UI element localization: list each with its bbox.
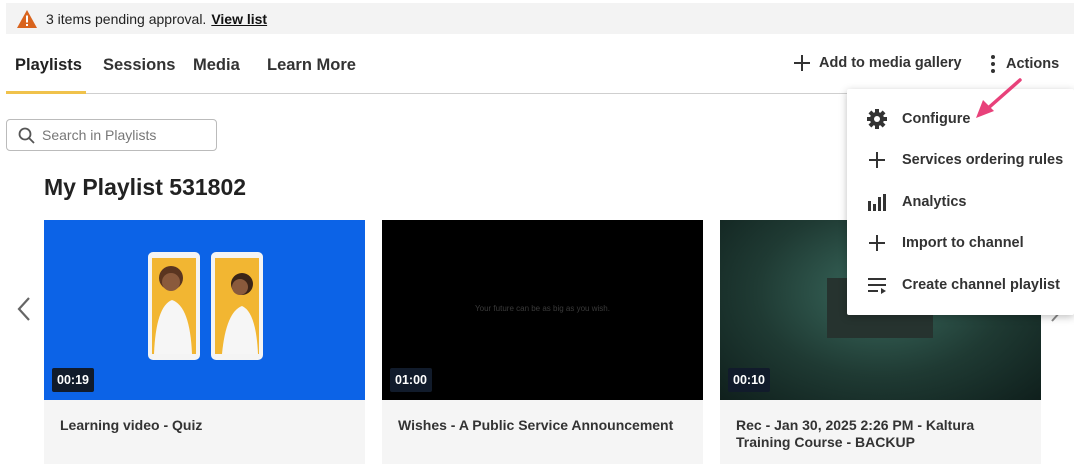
- menu-item-configure[interactable]: Configure: [847, 99, 1074, 139]
- tab-learn-more[interactable]: Learn More: [267, 56, 356, 75]
- menu-item-label: Create channel playlist: [902, 277, 1060, 293]
- thumbnail-caption: Your future can be as big as you wish.: [475, 304, 610, 313]
- duration-badge: 00:19: [52, 368, 94, 392]
- media-card-learning-video[interactable]: 00:19 Learning video - Quiz: [44, 220, 365, 464]
- banner-message: 3 items pending approval.: [46, 10, 207, 27]
- playlist-icon: [866, 274, 888, 296]
- search-input[interactable]: [42, 127, 192, 143]
- tab-sessions[interactable]: Sessions: [103, 56, 175, 75]
- tab-media[interactable]: Media: [193, 56, 240, 75]
- playlist-title: My Playlist 531802: [44, 174, 247, 200]
- card-title[interactable]: Rec - Jan 30, 2025 2:26 PM - Kaltura Tra…: [736, 417, 1025, 451]
- active-tab-indicator: [6, 91, 86, 94]
- actions-menu: Configure Services ordering rules Analyt…: [847, 89, 1074, 315]
- carousel-prev-arrow[interactable]: [14, 295, 34, 328]
- pending-approval-banner: 3 items pending approval. View list: [6, 3, 1074, 34]
- plus-icon: [794, 55, 810, 71]
- annotation-arrow-icon: [976, 78, 1022, 118]
- menu-item-label: Services ordering rules: [902, 152, 1064, 168]
- video-thumbnail[interactable]: 00:19: [44, 220, 365, 400]
- menu-item-analytics[interactable]: Analytics: [847, 182, 1074, 222]
- duration-badge: 01:00: [390, 368, 432, 392]
- warning-icon: [17, 9, 37, 28]
- actions-label: Actions: [1006, 56, 1060, 72]
- view-list-link[interactable]: View list: [211, 11, 267, 27]
- menu-item-services-ordering-rules[interactable]: Services ordering rules: [847, 140, 1074, 180]
- bar-chart-icon: [866, 191, 888, 213]
- gear-icon: [866, 108, 888, 130]
- tab-playlists[interactable]: Playlists: [15, 56, 82, 75]
- menu-item-label: Analytics: [902, 194, 967, 210]
- menu-item-import-to-channel[interactable]: Import to channel: [847, 223, 1074, 263]
- search-box: [6, 119, 217, 151]
- search-icon: [18, 127, 35, 144]
- add-to-media-gallery-button[interactable]: Add to media gallery: [793, 54, 962, 72]
- menu-item-create-channel-playlist[interactable]: Create channel playlist: [847, 265, 1074, 305]
- plus-icon: [866, 149, 888, 171]
- card-title[interactable]: Learning video - Quiz: [60, 417, 349, 434]
- media-card-wishes[interactable]: Your future can be as big as you wish. 0…: [382, 220, 703, 464]
- menu-item-label: Import to channel: [902, 235, 1024, 251]
- card-title[interactable]: Wishes - A Public Service Announcement: [398, 417, 687, 434]
- video-thumbnail[interactable]: Your future can be as big as you wish. 0…: [382, 220, 703, 400]
- menu-item-label: Configure: [902, 111, 971, 127]
- duration-badge: 00:10: [728, 368, 770, 392]
- plus-icon: [866, 232, 888, 254]
- add-to-media-gallery-label: Add to media gallery: [819, 55, 962, 71]
- actions-button[interactable]: Actions: [990, 54, 1059, 74]
- kebab-menu-icon: [991, 55, 995, 73]
